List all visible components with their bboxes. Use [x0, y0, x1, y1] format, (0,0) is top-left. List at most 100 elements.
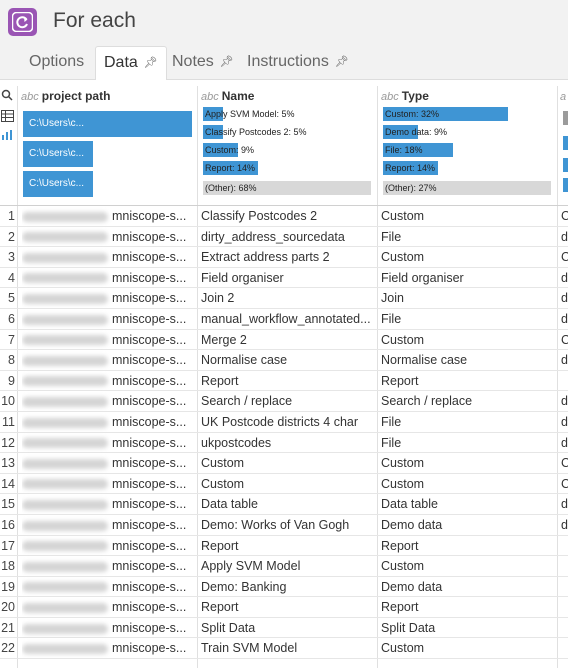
cell-partial[interactable]	[561, 556, 568, 576]
cell-partial[interactable]: C	[561, 206, 568, 226]
table-row[interactable]: 10 mniscope-s... Search / replace Search / …	[0, 391, 568, 412]
cell-type[interactable]: Custom	[381, 474, 556, 494]
table-row[interactable]: 16 mniscope-s... Demo: Works of Van Gogh De…	[0, 515, 568, 536]
cell-partial[interactable]: d	[561, 288, 568, 308]
cell-type[interactable]: Data table	[381, 494, 556, 514]
histogram-bar-row[interactable]: Report: 14%	[203, 161, 371, 175]
cell-partial[interactable]: C	[561, 453, 568, 473]
cell-project-path[interactable]: mniscope-s...	[22, 494, 192, 514]
column-header-name[interactable]: abc Name Apply SVM Model: 5% Classify Post…	[198, 86, 377, 206]
table-row[interactable]: 2 mniscope-s... dirty_address_sourcedata Fi…	[0, 227, 568, 248]
histogram-bar-row[interactable]: Custom: 9%	[203, 143, 371, 157]
cell-type[interactable]: Report	[381, 371, 556, 391]
cell-project-path[interactable]: mniscope-s...	[22, 556, 192, 576]
search-icon[interactable]	[1, 89, 15, 101]
cell-partial[interactable]	[561, 577, 568, 597]
table-row[interactable]: 9 mniscope-s... Report Report	[0, 371, 568, 392]
histogram-bar-row[interactable]: Demo data: 9%	[383, 125, 551, 139]
cell-name[interactable]: dirty_address_sourcedata	[201, 227, 377, 247]
table-row[interactable]: 22 mniscope-s... Train SVM Model Custom	[0, 638, 568, 660]
cell-name[interactable]: Extract address parts 2	[201, 247, 377, 267]
cell-project-path[interactable]: mniscope-s...	[22, 391, 192, 411]
table-row[interactable]: 5 mniscope-s... Join 2 Join d	[0, 288, 568, 309]
cell-name[interactable]: Demo: Works of Van Gogh	[201, 515, 377, 535]
cell-name[interactable]: Demo: Banking	[201, 577, 377, 597]
cell-type[interactable]: Custom	[381, 330, 556, 350]
table-row[interactable]: 13 mniscope-s... Custom Custom C	[0, 453, 568, 474]
tab-instructions[interactable]: Instructions 📌︎	[239, 46, 357, 80]
cell-partial[interactable]	[561, 638, 568, 658]
tab-data[interactable]: Data 📌︎	[95, 46, 167, 80]
cell-project-path[interactable]: mniscope-s...	[22, 371, 192, 391]
cell-name[interactable]: Merge 2	[201, 330, 377, 350]
cell-name[interactable]: UK Postcode districts 4 char	[201, 412, 377, 432]
cell-project-path[interactable]: mniscope-s...	[22, 227, 192, 247]
cell-type[interactable]: Custom	[381, 247, 556, 267]
cell-type[interactable]: Custom	[381, 206, 556, 226]
histogram-bar-row[interactable]: (Other): 27%	[383, 181, 551, 195]
cell-project-path[interactable]: mniscope-s...	[22, 247, 192, 267]
cell-project-path[interactable]: mniscope-s...	[22, 577, 192, 597]
cell-project-path[interactable]: mniscope-s...	[22, 433, 192, 453]
cell-project-path[interactable]: mniscope-s...	[22, 288, 192, 308]
column-header-project-path[interactable]: abc project path C:\Users\c... C:\Users\c…	[18, 86, 197, 206]
histogram-bar-row[interactable]: File: 18%	[383, 143, 551, 157]
table-row[interactable]: 1 mniscope-s... Classify Postcodes 2 Custom…	[0, 206, 568, 227]
cell-type[interactable]: Search / replace	[381, 391, 556, 411]
cell-type[interactable]: Split Data	[381, 618, 556, 638]
cell-name[interactable]: Join 2	[201, 288, 377, 308]
summary-value-block[interactable]: C:\Users\c...	[23, 111, 192, 137]
cell-type[interactable]: Join	[381, 288, 556, 308]
cell-name[interactable]: Custom	[201, 453, 377, 473]
cell-partial[interactable]: d	[561, 412, 568, 432]
cell-name[interactable]: Report	[201, 371, 377, 391]
cell-name[interactable]: Apply SVM Model	[201, 556, 377, 576]
cell-partial[interactable]: d	[561, 391, 568, 411]
histogram-bar-row[interactable]: Apply SVM Model: 5%	[203, 107, 371, 121]
pin-icon[interactable]: 📌︎	[335, 46, 349, 78]
histogram-bar-row[interactable]: (Other): 68%	[203, 181, 371, 195]
cell-project-path[interactable]: mniscope-s...	[22, 597, 192, 617]
tab-options[interactable]: Options	[21, 46, 92, 80]
table-view-icon[interactable]	[1, 110, 15, 122]
cell-partial[interactable]	[561, 536, 568, 556]
cell-partial[interactable]: d	[561, 309, 568, 329]
cell-type[interactable]: File	[381, 227, 556, 247]
table-row[interactable]: 14 mniscope-s... Custom Custom C	[0, 474, 568, 495]
cell-project-path[interactable]: mniscope-s...	[22, 474, 192, 494]
table-row[interactable]: 21 mniscope-s... Split Data Split Data	[0, 618, 568, 639]
cell-type[interactable]: Normalise case	[381, 350, 556, 370]
table-row[interactable]: 6 mniscope-s... manual_workflow_annotated.…	[0, 309, 568, 330]
cell-project-path[interactable]: mniscope-s...	[22, 268, 192, 288]
cell-type[interactable]: Custom	[381, 453, 556, 473]
cell-name[interactable]: Data table	[201, 494, 377, 514]
cell-name[interactable]: Report	[201, 536, 377, 556]
tab-notes[interactable]: Notes 📌︎	[164, 46, 242, 80]
cell-name[interactable]: Normalise case	[201, 350, 377, 370]
table-row[interactable]: 11 mniscope-s... UK Postcode districts 4 c…	[0, 412, 568, 433]
cell-partial[interactable]	[561, 597, 568, 617]
histogram-bar-row[interactable]: Report: 14%	[383, 161, 551, 175]
cell-partial[interactable]: d	[561, 515, 568, 535]
summary-value-block[interactable]: C:\Users\c...	[23, 171, 93, 197]
table-row[interactable]: 20 mniscope-s... Report Report	[0, 597, 568, 618]
cell-project-path[interactable]: mniscope-s...	[22, 412, 192, 432]
cell-project-path[interactable]: mniscope-s...	[22, 350, 192, 370]
cell-type[interactable]: File	[381, 412, 556, 432]
histogram-bar-row[interactable]: Custom: 32%	[383, 107, 551, 121]
table-row[interactable]: 4 mniscope-s... Field organiser Field organ…	[0, 268, 568, 289]
cell-project-path[interactable]: mniscope-s...	[22, 618, 192, 638]
table-row[interactable]: 17 mniscope-s... Report Report	[0, 536, 568, 557]
cell-type[interactable]: Report	[381, 597, 556, 617]
cell-partial[interactable]: C	[561, 247, 568, 267]
cell-type[interactable]: Custom	[381, 556, 556, 576]
cell-partial[interactable]: d	[561, 433, 568, 453]
cell-project-path[interactable]: mniscope-s...	[22, 638, 192, 658]
cell-type[interactable]: Demo data	[381, 515, 556, 535]
cell-partial[interactable]	[561, 371, 568, 391]
cell-name[interactable]: Train SVM Model	[201, 638, 377, 658]
cell-project-path[interactable]: mniscope-s...	[22, 453, 192, 473]
cell-partial[interactable]: C	[561, 330, 568, 350]
cell-project-path[interactable]: mniscope-s...	[22, 536, 192, 556]
summary-value-block[interactable]: C:\Users\c...	[23, 141, 93, 167]
